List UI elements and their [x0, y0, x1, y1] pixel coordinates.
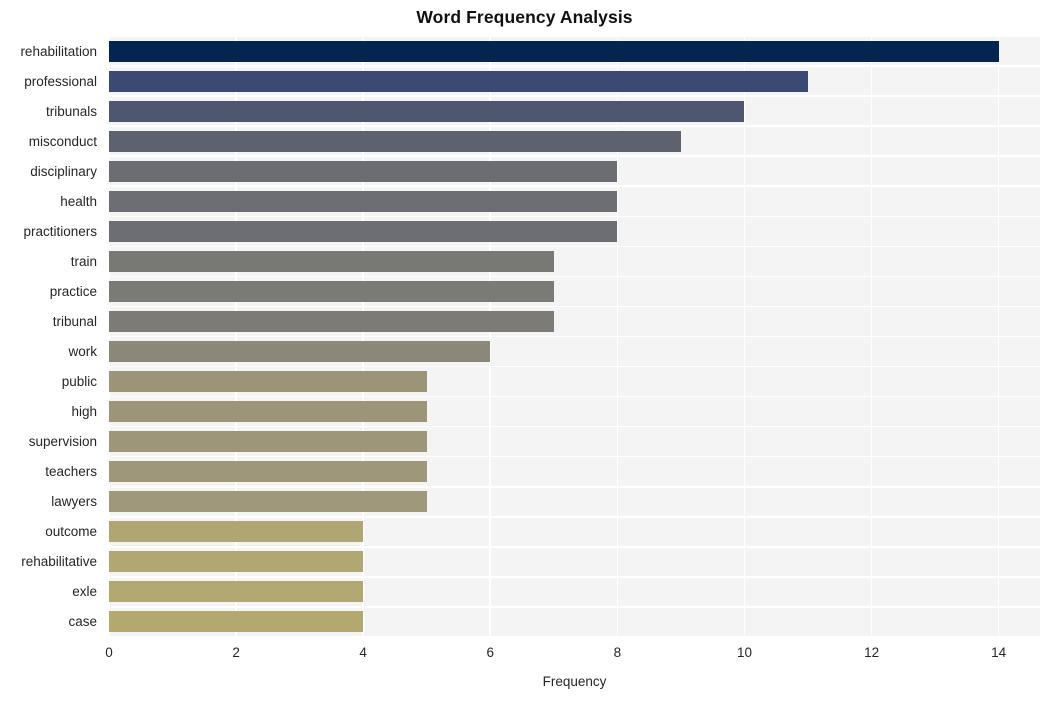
bar	[109, 160, 618, 182]
x-tick-label: 14	[991, 645, 1007, 660]
horizontal-gridline	[109, 95, 1040, 97]
horizontal-gridline	[109, 606, 1040, 608]
y-axis-tick-labels: rehabilitation professional tribunals misco…	[0, 36, 103, 637]
horizontal-gridline	[109, 215, 1040, 218]
x-tick-label: 8	[613, 645, 622, 660]
horizontal-gridline	[109, 485, 1040, 488]
y-tick-label: teachers	[45, 464, 97, 480]
y-tick-label: tribunal	[52, 313, 97, 329]
bar	[109, 70, 809, 92]
bar	[109, 280, 554, 302]
y-tick-label: outcome	[45, 524, 97, 540]
bar	[109, 491, 427, 513]
x-tick-label: 6	[486, 645, 495, 660]
horizontal-gridline	[109, 245, 1040, 248]
y-tick-label: exle	[72, 584, 97, 600]
y-tick-label: lawyers	[51, 494, 97, 510]
horizontal-gridline	[109, 305, 1040, 308]
horizontal-gridline	[109, 155, 1040, 157]
bar	[109, 371, 427, 393]
bar	[109, 100, 745, 122]
chart-title: Word Frequency Analysis	[416, 7, 633, 27]
horizontal-gridline	[109, 395, 1040, 398]
y-tick-label: train	[70, 253, 97, 269]
horizontal-gridline	[109, 36, 1040, 37]
bar	[109, 310, 554, 332]
x-tick-label: 12	[864, 645, 880, 660]
y-tick-label: supervision	[28, 434, 97, 450]
y-tick-label: practice	[49, 283, 97, 299]
bar	[109, 190, 618, 212]
horizontal-gridline	[109, 455, 1040, 458]
horizontal-gridline	[109, 546, 1040, 548]
y-tick-label: professional	[24, 73, 97, 89]
bar	[109, 130, 681, 152]
bar	[109, 220, 618, 242]
y-tick-label: case	[68, 614, 97, 630]
bar	[109, 461, 427, 483]
bar	[109, 581, 364, 603]
x-tick-label: 10	[736, 645, 752, 660]
y-tick-label: rehabilitation	[20, 43, 97, 59]
bar	[109, 611, 364, 633]
horizontal-gridline	[109, 65, 1040, 67]
horizontal-gridline	[109, 576, 1040, 578]
plot-area	[109, 36, 1040, 637]
x-tick-label: 4	[359, 645, 367, 660]
bar	[109, 521, 364, 543]
y-tick-label: public	[61, 374, 97, 390]
x-tick-label: 2	[232, 645, 240, 660]
bar	[109, 401, 427, 423]
y-tick-label: disciplinary	[30, 163, 97, 179]
y-tick-label: work	[68, 344, 97, 360]
y-tick-label: misconduct	[28, 133, 97, 149]
horizontal-gridline	[109, 516, 1040, 518]
y-tick-label: high	[71, 404, 97, 420]
x-axis-label: Frequency	[542, 674, 607, 689]
y-tick-label: practitioners	[23, 223, 97, 239]
horizontal-gridline	[109, 365, 1040, 368]
horizontal-gridline	[109, 335, 1040, 338]
horizontal-gridline	[109, 425, 1040, 428]
y-tick-label: rehabilitative	[21, 554, 97, 570]
y-tick-label: tribunals	[45, 103, 97, 119]
x-tick-label: 0	[105, 645, 113, 660]
bar	[109, 40, 999, 62]
horizontal-gridline	[109, 125, 1040, 127]
bar	[109, 431, 427, 453]
horizontal-gridline	[109, 275, 1040, 278]
bar	[109, 250, 554, 272]
horizontal-gridline	[109, 185, 1040, 188]
bar	[109, 551, 364, 573]
bar	[109, 341, 491, 363]
chart-figure: Word Frequency Analysis rehabilitation pr…	[0, 0, 1049, 701]
horizontal-gridline	[109, 636, 1040, 637]
y-tick-label: health	[60, 193, 97, 209]
x-axis-tick-labels: 0 2 4 6 8 10 12 14	[105, 645, 1040, 667]
